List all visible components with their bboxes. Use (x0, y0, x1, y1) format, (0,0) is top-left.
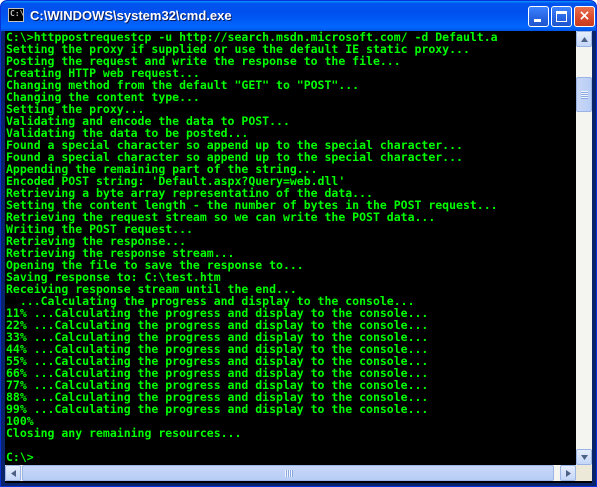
close-button[interactable]: × (574, 6, 595, 27)
scroll-right-arrow-icon (566, 470, 571, 477)
minimize-icon (534, 19, 541, 22)
window-title: C:\WINDOWS\system32\cmd.exe (30, 8, 232, 23)
console-line: 99% ...Calculating the progress and disp… (6, 402, 429, 416)
maximize-icon (556, 11, 567, 22)
thumb-grip (581, 91, 588, 100)
scroll-left-arrow-icon (11, 470, 16, 477)
horizontal-scrollbar[interactable] (5, 465, 576, 481)
vertical-scroll-thumb[interactable] (576, 77, 592, 113)
scroll-left-button[interactable] (5, 465, 21, 481)
scroll-up-arrow-icon (581, 37, 588, 42)
scroll-down-button[interactable] (576, 449, 592, 465)
console-line: C:\> (6, 450, 34, 464)
console-output[interactable]: C:\>httppostrequestcp -u http://search.m… (5, 31, 576, 465)
cmd-icon[interactable]: C:\ (8, 8, 24, 22)
close-icon: × (578, 8, 591, 24)
scrollbar-corner (576, 465, 592, 481)
minimize-button[interactable] (528, 6, 549, 27)
horizontal-scroll-thumb[interactable] (22, 465, 554, 481)
maximize-button[interactable] (551, 6, 572, 27)
console-client-area: C:\>httppostrequestcp -u http://search.m… (5, 31, 592, 483)
console-line: Closing any remaining resources... (6, 426, 242, 440)
thumb-grip (285, 470, 293, 477)
cmd-window: C:\ C:\WINDOWS\system32\cmd.exe × C:\>ht… (0, 0, 597, 487)
scroll-up-button[interactable] (576, 31, 592, 47)
title-bar[interactable]: C:\ C:\WINDOWS\system32\cmd.exe × (1, 1, 596, 31)
scroll-right-button[interactable] (560, 465, 576, 481)
vertical-scrollbar[interactable] (576, 31, 592, 465)
cmd-icon-prompt: C:\ (10, 9, 25, 18)
scroll-down-arrow-icon (581, 455, 588, 460)
